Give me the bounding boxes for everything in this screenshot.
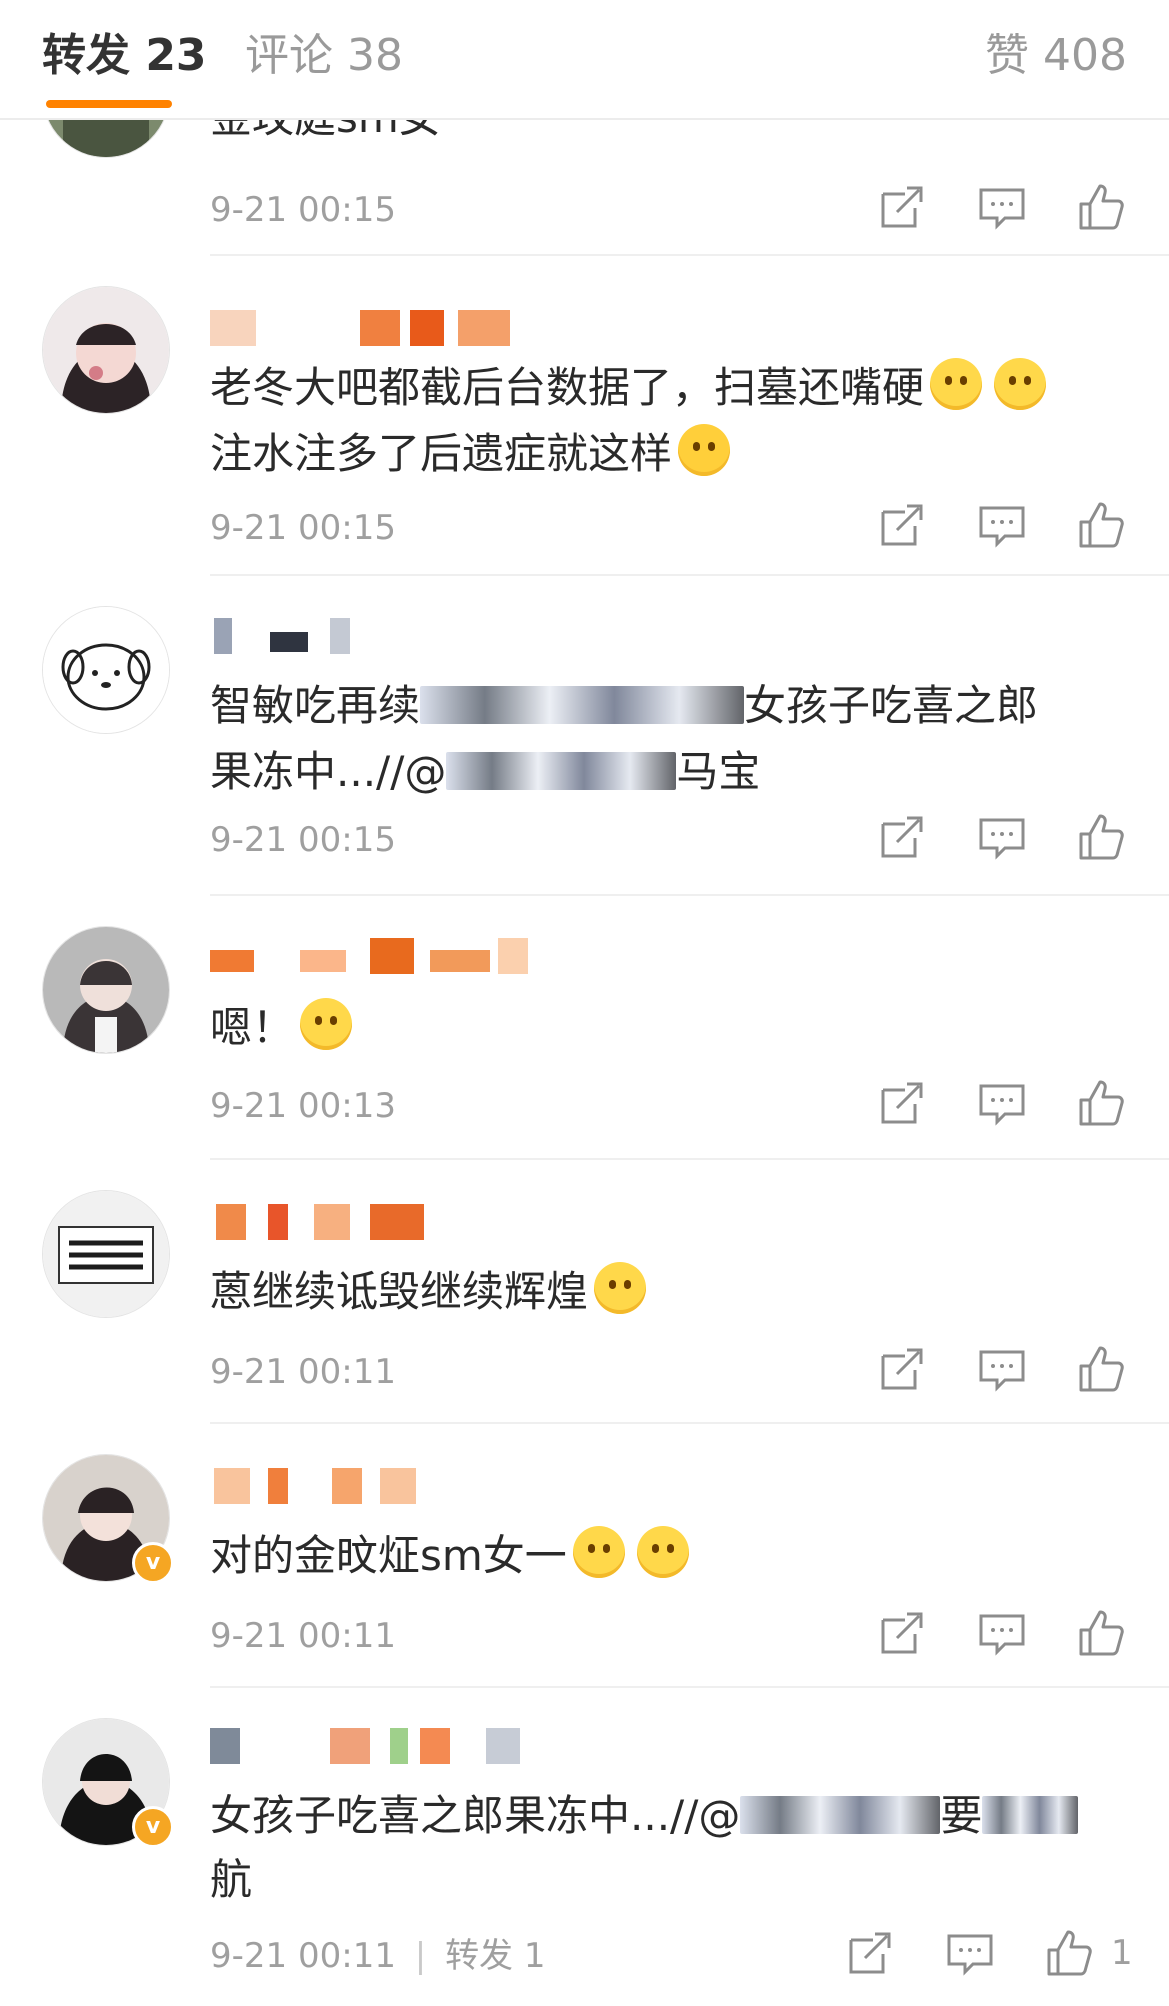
like-icon[interactable] — [1075, 810, 1129, 864]
like-icon[interactable] — [1075, 1342, 1129, 1396]
username-blurred[interactable] — [210, 1204, 530, 1240]
repost-icon[interactable] — [875, 1342, 929, 1396]
separator: | — [414, 1936, 427, 1976]
tab-reposts[interactable]: 转发 23 — [42, 26, 207, 86]
comment-feed: 金玟庭sm女一 9-21 00:15 老冬大吧都截后台数据了，扫墓还嘴硬 注水 — [0, 0, 1169, 2006]
comment-text-line: 蒽继续诋毁继续辉煌 — [210, 1267, 589, 1316]
divider — [210, 1686, 1169, 1688]
comment-icon[interactable] — [975, 1606, 1029, 1660]
repost-icon[interactable] — [875, 1076, 929, 1130]
divider — [210, 894, 1169, 896]
comment-actions — [875, 1606, 1133, 1660]
comment-icon[interactable] — [975, 1076, 1029, 1130]
comment-icon[interactable] — [975, 498, 1029, 552]
avatar[interactable] — [42, 606, 170, 734]
comment-text: 女孩子吃喜之郎果冻中...//@ 要 — [210, 1784, 1110, 1848]
comment-text-part: 智敏吃再续 — [210, 681, 421, 730]
tongue-emoji-icon — [678, 424, 731, 476]
redacted-text — [420, 686, 745, 724]
timestamp: 9-21 00:11 — [210, 1616, 396, 1656]
divider — [210, 574, 1169, 576]
comment-actions — [875, 180, 1133, 234]
like-count: 1 — [1111, 1933, 1133, 1973]
redacted-text — [446, 752, 677, 790]
timestamp-line: 9-21 00:11 | 转发 1 — [210, 1934, 546, 1978]
comment-mention[interactable]: 果冻中...//@ — [210, 747, 446, 796]
comment-mention[interactable]: 女孩子吃喜之郎果冻中...//@ — [210, 1791, 740, 1840]
timestamp: 9-21 00:11 — [210, 1352, 396, 1392]
comment-text: 果冻中...//@ 马宝 — [210, 740, 1110, 804]
timestamp: 9-21 00:15 — [210, 190, 396, 230]
comment-text: 注水注多了后遗症就这样 — [210, 422, 1110, 486]
redacted-text — [740, 1796, 941, 1834]
crying-emoji-icon — [300, 998, 353, 1050]
pray-emoji-icon — [930, 358, 983, 410]
comment-text: 蒽继续诋毁继续辉煌 — [210, 1260, 1110, 1324]
comment-text-part: 女孩子吃喜之郎 — [744, 681, 1039, 730]
timestamp: 9-21 00:11 — [210, 1936, 396, 1976]
cover-face-emoji-icon — [594, 1262, 647, 1314]
timestamp: 9-21 00:15 — [210, 820, 396, 860]
divider — [210, 1422, 1169, 1424]
username-blurred[interactable] — [210, 310, 530, 346]
comment-text: 对的金旼炡sm女一 — [210, 1524, 1110, 1588]
comment-text: 航 — [210, 1855, 253, 1904]
avatar[interactable] — [42, 1190, 170, 1318]
timestamp: 9-21 00:13 — [210, 1086, 396, 1126]
comment-text-part: 要 — [940, 1791, 983, 1840]
comment-icon[interactable] — [975, 180, 1029, 234]
avatar[interactable] — [42, 926, 170, 1054]
comment-icon[interactable] — [975, 1342, 1029, 1396]
like-icon[interactable] — [1043, 1926, 1097, 1980]
verified-badge-icon: v — [132, 1806, 174, 1848]
divider — [210, 1158, 1169, 1160]
avatar[interactable] — [42, 286, 170, 414]
comment-text-line: 对的金旼炡sm女一 — [210, 1531, 567, 1580]
comment-text-line-2: 注水注多了后遗症就这样 — [210, 429, 673, 478]
comment-actions: 1 — [843, 1926, 1133, 1980]
comment-icon[interactable] — [975, 810, 1029, 864]
repost-count[interactable]: 转发 1 — [445, 1936, 545, 1976]
comment-actions — [875, 1076, 1133, 1130]
repost-icon[interactable] — [843, 1926, 897, 1980]
comment-text-part: 马宝 — [676, 747, 761, 796]
like-icon[interactable] — [1075, 1076, 1129, 1130]
tab-comments[interactable]: 评论 38 — [245, 26, 403, 86]
comment-text-line: 嗯！ — [210, 1003, 295, 1052]
comment-text: 老冬大吧都截后台数据了，扫墓还嘴硬 — [210, 356, 1110, 420]
divider — [210, 254, 1169, 256]
repost-icon[interactable] — [875, 810, 929, 864]
comment-text: 嗯！ — [210, 996, 1110, 1060]
timestamp: 9-21 00:15 — [210, 508, 396, 548]
like-icon[interactable] — [1075, 180, 1129, 234]
verified-badge-icon: v — [132, 1542, 174, 1584]
tab-bar: 转发 23 评论 38 赞 408 — [0, 0, 1169, 120]
repost-icon[interactable] — [875, 1606, 929, 1660]
comment-actions — [875, 810, 1133, 864]
username-blurred[interactable] — [210, 1468, 530, 1504]
comment-text-line-1: 老冬大吧都截后台数据了，扫墓还嘴硬 — [210, 363, 925, 412]
tab-likes[interactable]: 赞 408 — [985, 26, 1127, 86]
comment-text: 智敏吃再续 女孩子吃喜之郎 — [210, 674, 1110, 738]
comment-actions — [875, 498, 1133, 552]
repost-icon[interactable] — [875, 180, 929, 234]
repost-icon[interactable] — [875, 498, 929, 552]
username-blurred[interactable] — [210, 1728, 530, 1764]
comment-actions — [875, 1342, 1133, 1396]
pray-emoji-icon — [994, 358, 1047, 410]
comment-icon[interactable] — [943, 1926, 997, 1980]
active-tab-indicator — [46, 100, 172, 108]
like-icon[interactable] — [1075, 1606, 1129, 1660]
grin-emoji-icon — [572, 1526, 625, 1578]
username-blurred[interactable] — [210, 938, 530, 974]
redacted-text — [982, 1796, 1079, 1834]
grin-emoji-icon — [636, 1526, 689, 1578]
username-blurred[interactable] — [210, 618, 530, 654]
like-icon[interactable] — [1075, 498, 1129, 552]
